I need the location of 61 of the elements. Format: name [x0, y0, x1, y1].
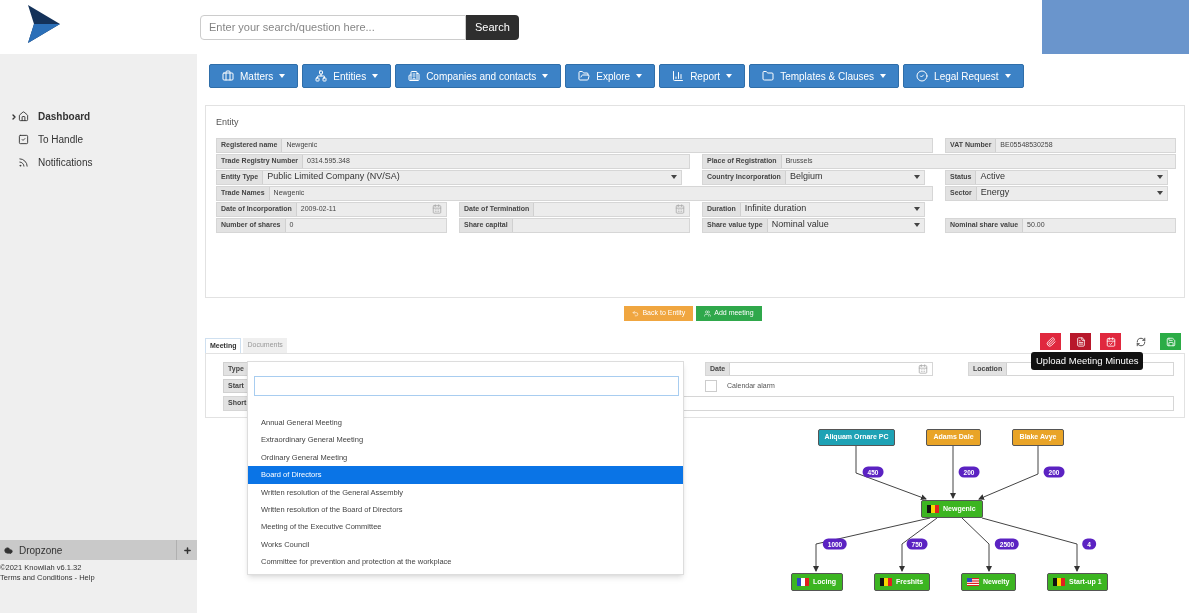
nav-button[interactable]: Entities	[302, 64, 392, 88]
nav-button[interactable]: Companies and contacts	[395, 64, 562, 88]
connector-arrow	[855, 445, 927, 501]
bar-chart-icon	[672, 70, 685, 82]
field-value: Active	[979, 170, 1006, 184]
calendar-icon	[432, 204, 442, 214]
calendar-icon	[675, 204, 685, 214]
document-icon	[1075, 336, 1086, 347]
save-icon	[1165, 336, 1176, 347]
building-icon	[408, 70, 421, 82]
caret-icon	[279, 74, 286, 78]
refresh-icon	[1135, 336, 1146, 347]
dropdown-search-field[interactable]	[254, 376, 679, 396]
toolbar-button[interactable]	[1160, 333, 1181, 350]
nav-button[interactable]: Legal Request	[903, 64, 1024, 88]
caret-icon	[636, 74, 643, 78]
sidebar-item[interactable]: Dashboard	[10, 108, 197, 125]
field-value: Belgium	[788, 170, 824, 184]
briefcase-icon	[222, 70, 234, 82]
folder-open-icon	[578, 70, 591, 82]
folder-icon	[762, 70, 775, 82]
sidebar-item[interactable]: Notifications	[10, 154, 197, 171]
toolbar-button[interactable]	[1040, 333, 1061, 350]
home-icon	[18, 111, 29, 122]
connector-arrow	[978, 445, 1039, 500]
calendar-check-icon	[1105, 336, 1116, 347]
caret-icon	[880, 74, 887, 78]
checkbox-icon	[18, 134, 29, 145]
toolbar-button[interactable]	[1070, 333, 1091, 350]
field-value: Infinite duration	[743, 202, 808, 216]
checkbox[interactable]	[705, 380, 717, 392]
field-value: Public Limited Company (NV/SA)	[266, 170, 401, 184]
search-field[interactable]: Enter your search/question here...	[200, 14, 466, 40]
rss-icon	[18, 157, 29, 168]
paperclip-icon	[1045, 336, 1056, 347]
nav-button[interactable]: Templates & Clauses	[749, 64, 900, 88]
toolbar-button[interactable]	[1100, 333, 1121, 350]
nav-button[interactable]: Matters	[209, 64, 299, 88]
caret-icon	[542, 74, 549, 78]
sitemap-icon	[315, 70, 328, 82]
nav-button[interactable]: Explore	[565, 64, 656, 88]
calendar-icon	[918, 364, 928, 374]
cloud-icon	[4, 545, 13, 555]
caret-icon	[726, 74, 733, 78]
check-circle-icon	[916, 70, 929, 82]
back-arrow-icon	[632, 310, 640, 317]
dropzone-label: Dropzone	[19, 543, 64, 558]
search-button[interactable]: Search	[466, 14, 519, 40]
caret-icon	[1004, 74, 1011, 78]
connector-arrow	[950, 445, 956, 499]
sidebar-item[interactable]: To Handle	[10, 131, 197, 148]
field-value: Nominal value	[770, 218, 830, 232]
nav-button[interactable]: Report	[659, 64, 746, 88]
field-value: Energy	[979, 186, 1011, 200]
tooltip: Upload Meeting Minutes	[1031, 352, 1144, 370]
caret-icon	[372, 74, 379, 78]
panel-title: Entity	[216, 116, 240, 129]
users-icon	[704, 310, 712, 317]
caret-icon	[10, 112, 18, 121]
add-icon	[182, 545, 192, 555]
dropzone-bar[interactable]: Dropzone	[0, 540, 197, 560]
